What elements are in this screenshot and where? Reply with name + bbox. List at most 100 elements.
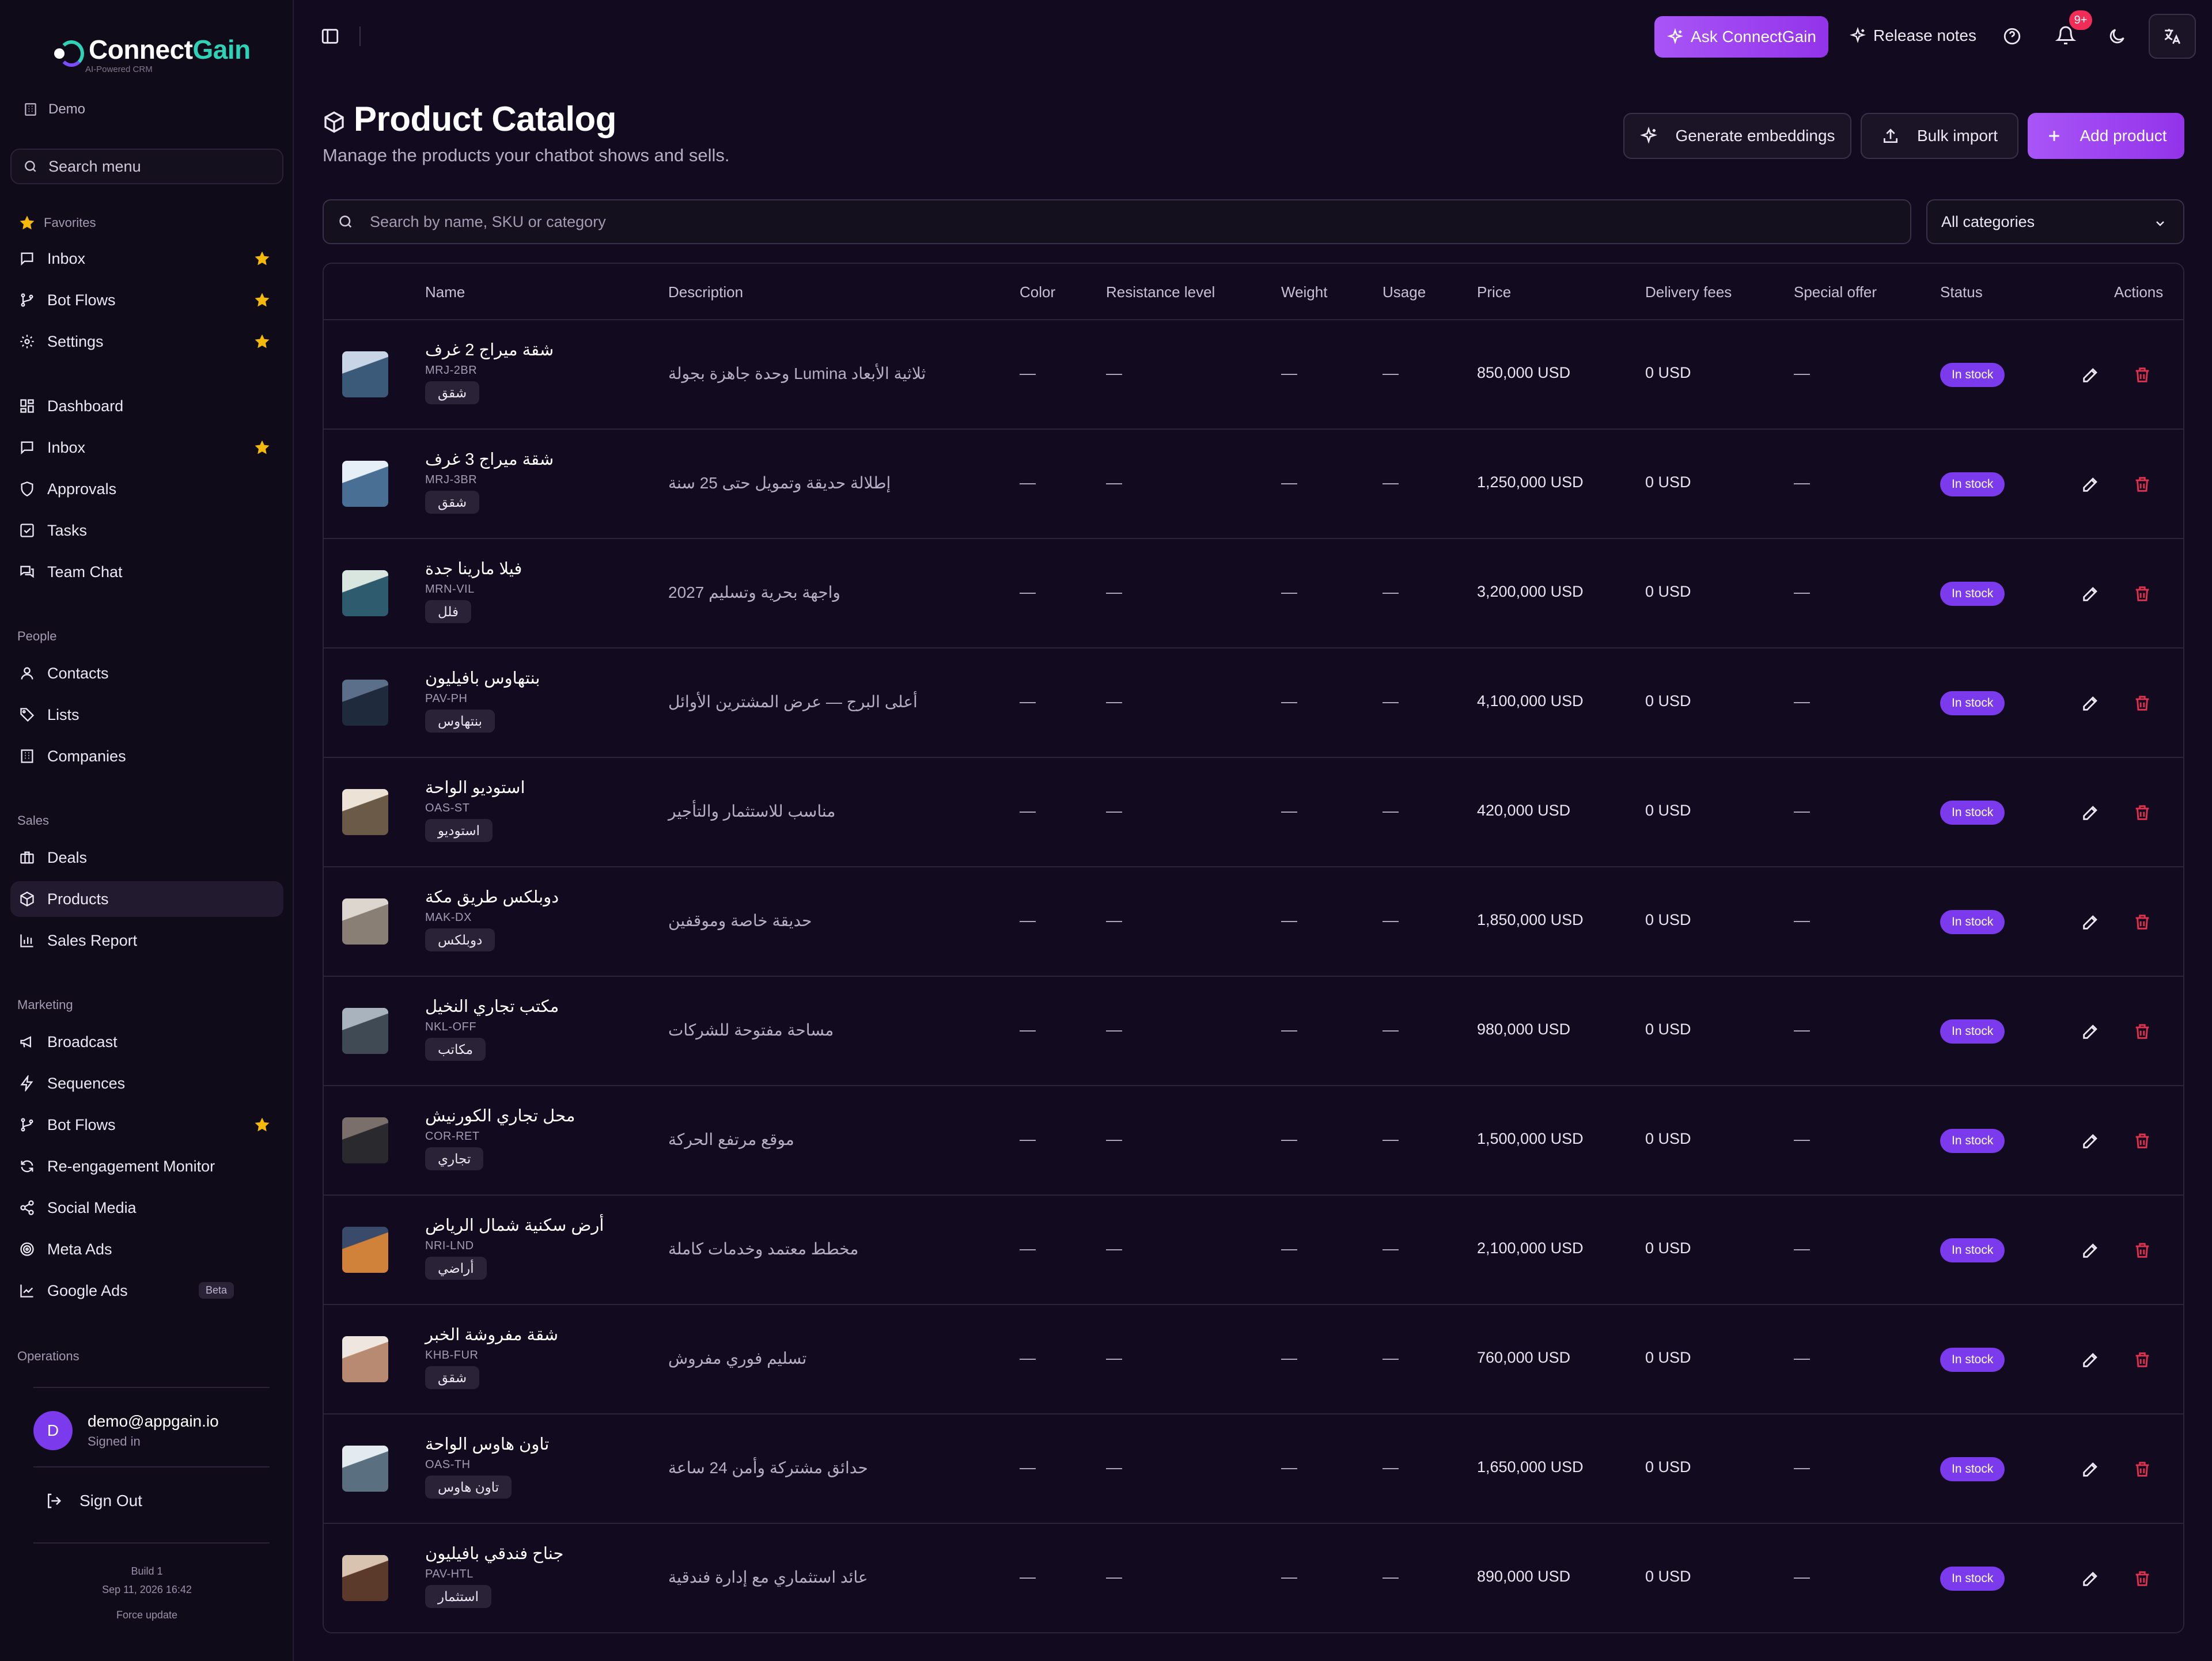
moon-icon[interactable] [2107,26,2127,46]
product-search-input[interactable]: Search by name, SKU or category [323,199,1911,244]
table-row[interactable]: شقة ميراج 3 غرف MRJ-3BR شقق إطلالة حديقة… [324,430,2183,539]
sidebar-item-team-chat[interactable]: Team Chat [10,554,283,590]
column-header-price[interactable]: Price [1477,283,1511,301]
edit-icon[interactable] [2081,365,2100,385]
bell-icon[interactable] [2055,25,2076,46]
product-special-offer: — [1794,473,1810,491]
edit-icon[interactable] [2081,912,2100,932]
trash-icon[interactable] [2133,475,2152,494]
edit-icon[interactable] [2081,1459,2100,1479]
column-header-color[interactable]: Color [1020,283,1055,301]
trash-icon[interactable] [2133,912,2152,932]
table-row[interactable]: شقة ميراج 2 غرف MRJ-2BR شقق ثلاثية الأبع… [324,320,2183,430]
trash-icon[interactable] [2133,1022,2152,1041]
column-header-offer[interactable]: Special offer [1794,283,1877,301]
column-header-description[interactable]: Description [668,283,743,301]
trash-icon[interactable] [2133,1459,2152,1479]
sidebar-item-reengagement-monitor[interactable]: Re-engagement Monitor [10,1148,283,1184]
category-select[interactable]: All categories [1926,199,2184,244]
edit-icon[interactable] [2081,803,2100,822]
table-row[interactable]: مكتب تجاري النخيل NKL-OFF مكاتب مساحة مف… [324,977,2183,1086]
product-price: 980,000 USD [1477,1021,1571,1038]
edit-icon[interactable] [2081,693,2100,713]
sign-out-button[interactable]: Sign Out [45,1492,142,1510]
trash-icon[interactable] [2133,584,2152,604]
bulk-import-button[interactable]: Bulk import [1861,113,2018,159]
column-header-status[interactable]: Status [1940,283,1983,301]
sidebar-item-google-ads[interactable]: Google Ads Beta [10,1273,283,1309]
product-usage: — [1382,1021,1399,1038]
trash-icon[interactable] [2133,693,2152,713]
star-icon[interactable] [253,333,271,350]
table-row[interactable]: فيلا مارينا جدة MRN-VIL فلل واجهة بحرية … [324,539,2183,649]
trash-icon[interactable] [2133,803,2152,822]
trash-icon[interactable] [2133,1131,2152,1151]
language-button[interactable] [2149,14,2196,59]
star-icon[interactable] [253,1116,271,1133]
table-row[interactable]: تاون هاوس الواحة OAS-TH تاون هاوس حدائق … [324,1414,2183,1524]
search-menu-input[interactable]: Search menu [10,149,283,184]
favorite-item-settings[interactable]: Settings [10,324,283,359]
table-row[interactable]: بنتهاوس بافيليون PAV-PH بنتهاوس أعلى الب… [324,649,2183,758]
sidebar-item-inbox[interactable]: Inbox [10,430,283,465]
product-special-offer: — [1794,802,1810,820]
table-row[interactable]: دوبلكس طريق مكة MAK-DX دوبلكس حديقة خاصة… [324,867,2183,977]
sidebar-item-products[interactable]: Products [10,881,283,917]
nav-label: Tasks [47,521,88,539]
brand-logo[interactable]: ConnectGain [51,33,251,69]
table-row[interactable]: استوديو الواحة OAS-ST استوديو مناسب للاس… [324,758,2183,867]
sidebar-item-approvals[interactable]: Approvals [10,471,283,507]
edit-icon[interactable] [2081,1569,2100,1588]
add-product-button[interactable]: Add product [2028,113,2184,159]
sidebar-item-lists[interactable]: Lists [10,697,283,733]
table-row[interactable]: شقة مفروشة الخبر KHB-FUR شقق تسليم فوري … [324,1305,2183,1414]
sidebar-item-dashboard[interactable]: Dashboard [10,388,283,424]
workspace-switcher[interactable]: Demo [23,101,85,117]
ask-connectgain-button[interactable]: Ask ConnectGain [1654,16,1828,58]
generate-embeddings-button[interactable]: Generate embeddings [1623,113,1851,159]
column-header-resistance[interactable]: Resistance level [1106,283,1215,301]
sidebar-item-sequences[interactable]: Sequences [10,1065,283,1101]
edit-icon[interactable] [2081,1022,2100,1041]
product-category-tag: دوبلكس [425,928,495,951]
star-icon[interactable] [253,250,271,267]
sidebar-item-tasks[interactable]: Tasks [10,513,283,548]
sidebar-item-contacts[interactable]: Contacts [10,655,283,691]
edit-icon[interactable] [2081,584,2100,604]
product-thumbnail [342,1008,388,1054]
trash-icon[interactable] [2133,1569,2152,1588]
edit-icon[interactable] [2081,1131,2100,1151]
table-row[interactable]: جناح فندقي بافيليون PAV-HTL استثمار عائد… [324,1524,2183,1632]
star-icon[interactable] [253,291,271,309]
edit-icon[interactable] [2081,475,2100,494]
table-row[interactable]: أرض سكنية شمال الرياض NRI-LND أراضي مخطط… [324,1196,2183,1305]
product-weight: — [1281,692,1297,710]
product-resistance: — [1106,1458,1122,1476]
sidebar-item-deals[interactable]: Deals [10,840,283,875]
column-header-usage[interactable]: Usage [1382,283,1426,301]
trash-icon[interactable] [2133,1350,2152,1370]
user-card[interactable]: D demo@appgain.io Signed in [33,1411,219,1450]
star-icon[interactable] [253,439,271,456]
trash-icon[interactable] [2133,1241,2152,1260]
status-badge: In stock [1940,472,2005,496]
sidebar-item-companies[interactable]: Companies [10,738,283,774]
sidebar-item-social-media[interactable]: Social Media [10,1190,283,1226]
sidebar-toggle-icon[interactable] [320,26,340,46]
force-update-link[interactable]: Force update [0,1609,294,1621]
sidebar-item-bot-flows[interactable]: Bot Flows [10,1107,283,1143]
sidebar-item-broadcast[interactable]: Broadcast [10,1024,283,1060]
help-icon[interactable] [2002,26,2022,46]
trash-icon[interactable] [2133,365,2152,385]
sidebar-item-sales-report[interactable]: Sales Report [10,923,283,958]
column-header-delivery[interactable]: Delivery fees [1645,283,1732,301]
sidebar-item-meta-ads[interactable]: Meta Ads [10,1231,283,1267]
table-row[interactable]: محل تجاري الكورنيش COR-RET تجاري موقع مر… [324,1086,2183,1196]
edit-icon[interactable] [2081,1241,2100,1260]
edit-icon[interactable] [2081,1350,2100,1370]
favorite-item-bot-flows[interactable]: Bot Flows [10,282,283,318]
favorite-item-inbox[interactable]: Inbox [10,241,283,276]
column-header-weight[interactable]: Weight [1281,283,1327,301]
column-header-name[interactable]: Name [425,283,465,301]
release-notes-button[interactable]: Release notes [1849,26,1976,45]
